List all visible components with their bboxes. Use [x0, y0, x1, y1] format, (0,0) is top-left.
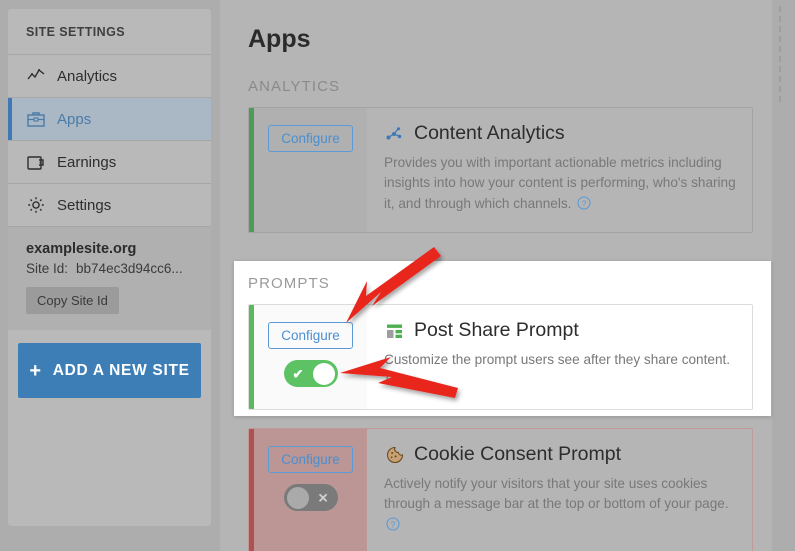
site-info-box: examplesite.org Site Id: bb74ec3d94cc6...… — [8, 227, 211, 330]
sidebar-item-label: Apps — [57, 110, 92, 128]
sidebar-header: SITE SETTINGS — [8, 9, 211, 55]
svg-text:?: ? — [582, 198, 587, 208]
help-circle-icon[interactable]: ? — [386, 372, 400, 392]
enable-toggle-cookie-consent-prompt[interactable]: ✕ — [283, 484, 338, 511]
configure-button[interactable]: Configure — [268, 125, 353, 152]
app-window: SITE SETTINGS Analytics Apps Earnings Se… — [0, 0, 795, 551]
toggle-check-icon: ✔ — [292, 366, 304, 381]
sidebar-item-apps[interactable]: Apps — [8, 98, 211, 141]
svg-text:?: ? — [391, 519, 396, 529]
configure-button[interactable]: Configure — [268, 322, 353, 349]
copy-site-id-button[interactable]: Copy Site Id — [26, 287, 119, 314]
site-id-label: Site Id: — [26, 261, 69, 276]
highlight-overlay-prompts: PROMPTS Configure ✔ Post Share Prompt Cu… — [234, 261, 771, 416]
section-prompts: PROMPTS Configure ✔ Post Share Prompt Cu… — [248, 275, 753, 410]
app-card-controls: Configure — [249, 108, 367, 233]
add-a-new-site-button[interactable]: + ADD A NEW SITE — [18, 343, 201, 398]
plus-icon: + — [29, 359, 42, 382]
app-card-controls: Configure ✔ — [249, 305, 367, 409]
page-title: Apps — [248, 25, 311, 53]
sidebar: SITE SETTINGS Analytics Apps Earnings Se… — [8, 9, 211, 526]
site-id-row: Site Id: bb74ec3d94cc6... — [26, 261, 211, 276]
svg-text:?: ? — [391, 375, 396, 385]
help-circle-icon[interactable]: ? — [577, 196, 591, 216]
app-title-row: Post Share Prompt — [384, 319, 736, 342]
sidebar-item-settings[interactable]: Settings — [8, 184, 211, 227]
sidebar-item-label: Analytics — [57, 67, 118, 85]
sidebar-item-label: Settings — [57, 196, 112, 214]
section-label: ANALYTICS — [248, 78, 341, 95]
app-title-row: Content Analytics — [384, 122, 736, 145]
app-card-body: Post Share Prompt Customize the prompt u… — [367, 305, 752, 409]
section-cookie: Configure ✕ Cookie Consent Prompt Active… — [248, 428, 753, 551]
section-label: PROMPTS — [248, 275, 330, 292]
analytics-line-icon — [26, 66, 46, 86]
add-site-label: ADD A NEW SITE — [52, 361, 190, 379]
sidebar-header-label: SITE SETTINGS — [26, 24, 125, 39]
app-description: Actively notify your visitors that your … — [384, 474, 736, 537]
sidebar-item-analytics[interactable]: Analytics — [8, 55, 211, 98]
site-name: examplesite.org — [26, 241, 137, 257]
toggle-knob — [286, 486, 309, 509]
toggle-knob — [312, 362, 335, 385]
app-description: Provides you with important actionable m… — [384, 153, 736, 216]
app-description-text: Provides you with important actionable m… — [384, 155, 736, 211]
app-description-text: Actively notify your visitors that your … — [384, 476, 729, 512]
app-card-content-analytics: Configure Content Analytics Provides you… — [248, 107, 753, 234]
section-analytics: ANALYTICS Configure Content Analytics Pr… — [248, 78, 753, 234]
help-circle-icon[interactable]: ? — [386, 517, 400, 537]
wallet-icon — [26, 152, 46, 172]
sidebar-item-earnings[interactable]: Earnings — [8, 141, 211, 184]
scroll-indicator-dashed-line — [779, 6, 781, 102]
cookie-icon — [384, 444, 406, 466]
app-title: Post Share Prompt — [414, 319, 579, 341]
app-title: Cookie Consent Prompt — [414, 443, 622, 465]
app-description: Customize the prompt users see after the… — [384, 350, 736, 393]
app-title: Content Analytics — [414, 122, 565, 144]
enable-toggle-post-share-prompt[interactable]: ✔ — [283, 360, 338, 387]
post-share-icon — [384, 320, 406, 342]
main-content: Apps ANALYTICS Configure Content Analyti… — [220, 0, 772, 551]
network-nodes-icon — [384, 123, 406, 145]
app-title-row: Cookie Consent Prompt — [384, 443, 736, 466]
configure-button[interactable]: Configure — [268, 446, 353, 473]
app-card-post-share-prompt: Configure ✔ Post Share Prompt Customize … — [248, 304, 753, 410]
app-description-text: Customize the prompt users see after the… — [384, 352, 731, 367]
site-id-value: bb74ec3d94cc6... — [76, 261, 183, 276]
sidebar-item-label: Earnings — [57, 153, 117, 171]
app-card-controls: Configure ✕ — [249, 429, 367, 551]
toggle-cross-icon: ✕ — [317, 490, 329, 505]
app-card-cookie-consent-prompt: Configure ✕ Cookie Consent Prompt Active… — [248, 428, 753, 551]
app-card-body: Content Analytics Provides you with impo… — [367, 108, 752, 232]
app-card-body: Cookie Consent Prompt Actively notify yo… — [367, 429, 752, 551]
gear-icon — [26, 195, 46, 215]
toolbox-icon — [26, 109, 46, 129]
